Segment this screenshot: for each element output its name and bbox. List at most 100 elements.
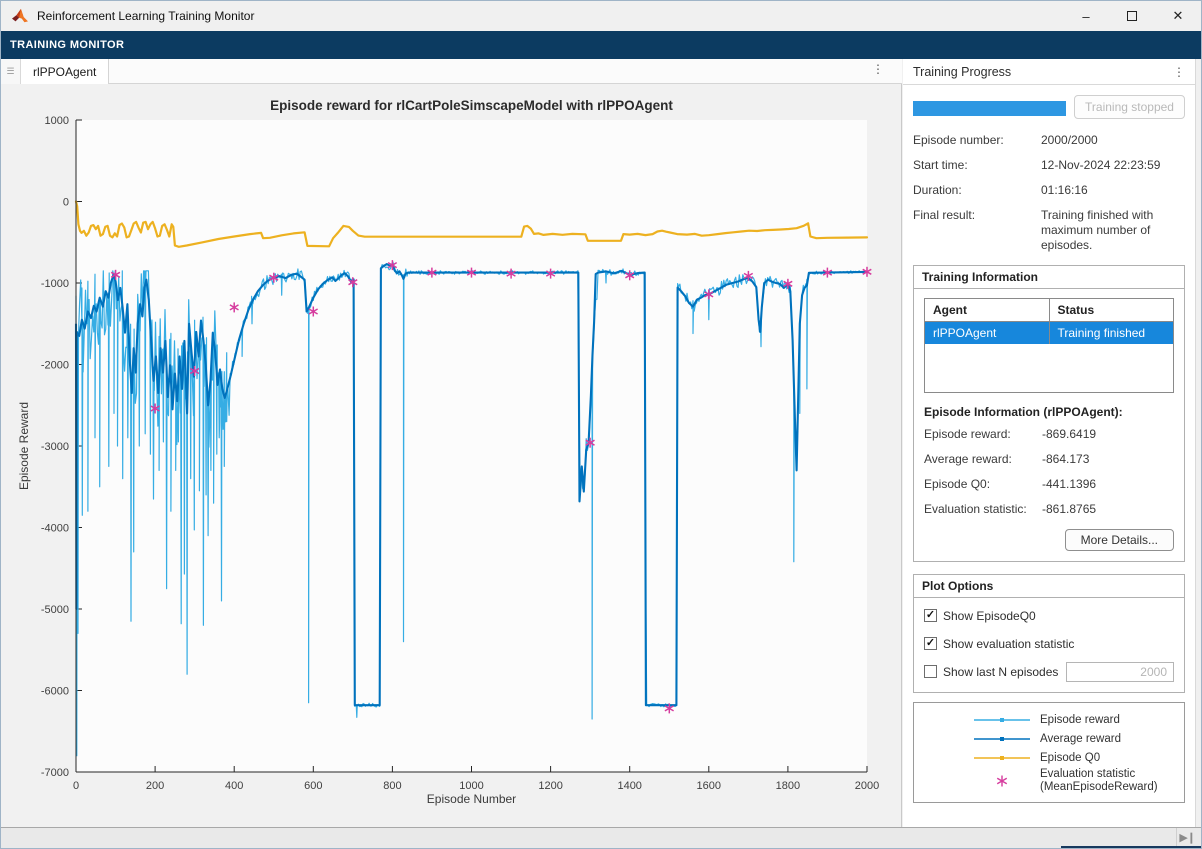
summary-row: Episode number:2000/2000	[913, 133, 1185, 158]
doc-tab-label: rlPPOAgent	[33, 65, 96, 79]
tab-training-monitor[interactable]: TRAINING MONITOR	[1, 39, 124, 51]
tab-grip-handle[interactable]: ☰	[1, 59, 21, 84]
training-progress-panel: Training Progress ⋮ Training stopped Epi…	[903, 59, 1196, 827]
status-bar: ▶❙	[1, 827, 1202, 849]
svg-text:-4000: -4000	[41, 523, 69, 535]
legend-line-sample	[920, 734, 1040, 744]
minimize-button[interactable]: –	[1063, 1, 1109, 31]
legend-line-sample	[920, 753, 1040, 763]
summary-label: Final result:	[913, 208, 1041, 253]
maximize-icon	[1127, 11, 1137, 21]
legend-entry: Evaluation statistic(MeanEpisodeReward)	[920, 768, 1178, 794]
episode-reward-chart: Episode reward for rlCartPoleSimscapeMod…	[1, 84, 894, 826]
checkbox-show-last-n-episodes[interactable]	[924, 665, 937, 678]
grip-icon: ☰	[6, 66, 14, 77]
plot-option-row: ✓ Show EpisodeQ0	[924, 602, 1174, 630]
svg-text:-7000: -7000	[41, 767, 69, 779]
svg-text:-5000: -5000	[41, 604, 69, 616]
checkbox-show-episode-q0[interactable]: ✓	[924, 609, 937, 622]
summary-label: Episode number:	[913, 133, 1041, 158]
summary-label: Duration:	[913, 183, 1041, 208]
legend-entry: Episode reward	[920, 711, 1178, 730]
episode-info-label: Episode reward:	[924, 427, 1042, 452]
episode-info-label: Average reward:	[924, 452, 1042, 477]
episode-info-value: -861.8765	[1042, 502, 1096, 527]
svg-text:1200: 1200	[538, 780, 562, 792]
window-title: Reinforcement Learning Training Monitor	[37, 9, 254, 23]
plot-options-title: Plot Options	[914, 575, 1184, 598]
svg-text:Episode Reward: Episode Reward	[17, 402, 31, 490]
episode-info-value: -869.6419	[1042, 427, 1096, 452]
panel-title: Training Progress	[913, 65, 1011, 79]
plot-option-row: Show last N episodes	[924, 658, 1174, 686]
svg-text:1600: 1600	[697, 780, 721, 792]
training-progress-bar	[913, 101, 1066, 116]
training-information-title: Training Information	[914, 266, 1184, 289]
col-header-status: Status	[1049, 299, 1174, 322]
svg-text:1400: 1400	[617, 780, 641, 792]
right-gutter	[1197, 59, 1202, 827]
episode-info-value: -864.173	[1042, 452, 1089, 477]
legend-label: Episode Q0	[1040, 752, 1100, 765]
tab-rlppoagent[interactable]: rlPPOAgent	[21, 59, 109, 84]
status-cell: Training finished	[1049, 322, 1174, 345]
episode-info-label: Episode Q0:	[924, 477, 1042, 502]
last-n-episodes-input[interactable]	[1066, 662, 1174, 682]
panel-menu-icon[interactable]: ⋮	[1173, 65, 1185, 79]
more-details-button[interactable]: More Details...	[1065, 529, 1174, 551]
legend-line-sample	[920, 715, 1040, 725]
training-summary: Episode number:2000/2000Start time:12-No…	[913, 133, 1185, 253]
agent-status-table: Agent Status rlPPOAgent Training finishe…	[924, 298, 1174, 393]
legend-label: Average reward	[1040, 733, 1121, 746]
episode-info-row: Evaluation statistic:-861.8765	[924, 502, 1174, 527]
app-window: Reinforcement Learning Training Monitor …	[0, 0, 1202, 849]
episode-info-row: Episode reward:-869.6419	[924, 427, 1174, 452]
document-pane: ☰ rlPPOAgent ⋮ Episode reward for rlCart…	[1, 59, 902, 827]
episode-information-rows: Episode reward:-869.6419Average reward:-…	[924, 427, 1174, 527]
summary-value: 2000/2000	[1041, 133, 1185, 158]
svg-text:Episode Number: Episode Number	[427, 792, 516, 806]
minimize-icon: –	[1082, 9, 1089, 24]
checkbox-label: Show evaluation statistic	[943, 637, 1074, 651]
agent-cell: rlPPOAgent	[925, 322, 1050, 345]
legend-label: Episode reward	[1040, 714, 1120, 727]
legend-asterisk-icon	[920, 773, 1040, 789]
episode-information-title: Episode Information (rlPPOAgent):	[924, 405, 1174, 419]
legend-entry: Average reward	[920, 730, 1178, 749]
summary-row: Start time:12-Nov-2024 22:23:59	[913, 158, 1185, 183]
episode-info-row: Average reward:-864.173	[924, 452, 1174, 477]
svg-text:1000: 1000	[459, 780, 483, 792]
svg-text:-6000: -6000	[41, 686, 69, 698]
tab-options-menu-icon[interactable]: ⋮	[870, 62, 886, 80]
svg-text:-2000: -2000	[41, 360, 69, 372]
chart-legend: Episode reward Average reward Episode Q0 Ev…	[913, 702, 1185, 803]
episode-info-row: Episode Q0:-441.1396	[924, 477, 1174, 502]
training-chart-figure: Episode reward for rlCartPoleSimscapeMod…	[1, 84, 894, 826]
table-row[interactable]: rlPPOAgent Training finished	[925, 322, 1174, 345]
checkbox-label: Show last N episodes	[943, 665, 1058, 679]
progress-fill	[913, 101, 1066, 116]
summary-label: Start time:	[913, 158, 1041, 183]
close-button[interactable]: ✕	[1155, 1, 1201, 31]
summary-value: 01:16:16	[1041, 183, 1185, 208]
svg-text:2000: 2000	[855, 780, 879, 792]
skip-end-icon[interactable]: ▶❙	[1179, 831, 1195, 844]
training-information-panel: Training Information Agent Status	[913, 265, 1185, 562]
summary-row: Final result:Training finished with maxi…	[913, 208, 1185, 253]
episode-info-value: -441.1396	[1042, 477, 1096, 502]
svg-text:1800: 1800	[776, 780, 800, 792]
svg-text:400: 400	[225, 780, 243, 792]
svg-text:-1000: -1000	[41, 278, 69, 290]
matlab-logo-icon	[11, 8, 29, 24]
svg-text:0: 0	[73, 780, 79, 792]
plot-option-row: ✓ Show evaluation statistic	[924, 630, 1174, 658]
table-empty-area	[925, 344, 1174, 392]
training-stopped-button[interactable]: Training stopped	[1074, 95, 1185, 119]
maximize-button[interactable]	[1109, 1, 1155, 31]
svg-text:1000: 1000	[45, 115, 69, 127]
toolstrip: TRAINING MONITOR	[1, 31, 1201, 59]
checkbox-show-evaluation-statistic[interactable]: ✓	[924, 637, 937, 650]
checkbox-label: Show EpisodeQ0	[943, 609, 1036, 623]
title-bar: Reinforcement Learning Training Monitor …	[1, 1, 1201, 31]
document-tabstrip: ☰ rlPPOAgent ⋮	[1, 59, 902, 84]
